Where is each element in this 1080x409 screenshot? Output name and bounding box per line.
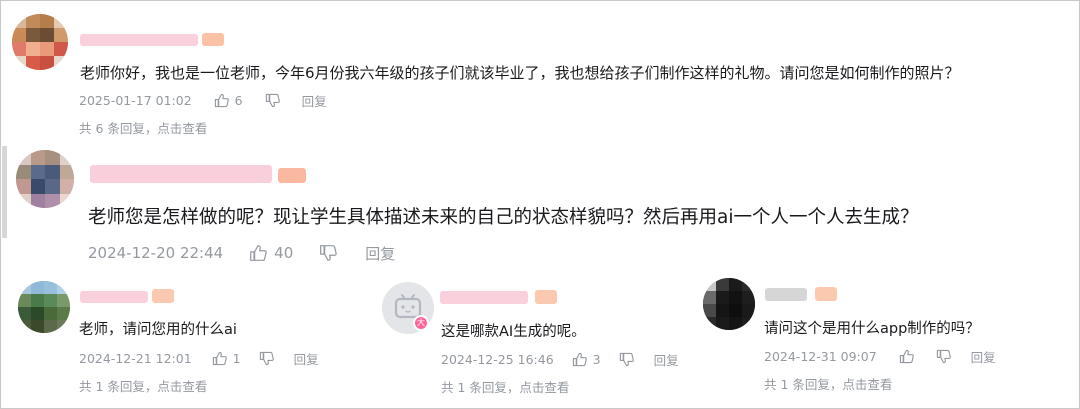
avatar[interactable]: [703, 278, 755, 330]
comment-text: 老师您是怎样做的呢？现让学生具体描述未来的自己的状态样貌吗？然后再用ai一个人一…: [88, 207, 919, 228]
thumb-down-icon[interactable]: [319, 244, 338, 262]
user-level-badge: [535, 290, 557, 304]
thumb-up-icon[interactable]: [214, 93, 229, 108]
highlight-bar: [2, 146, 7, 238]
user-level-badge: [815, 287, 837, 301]
username-blurred[interactable]: [90, 165, 272, 183]
comment-meta: 2024-12-25 16:46 3 回复: [441, 350, 679, 369]
user-level-badge: [278, 168, 306, 183]
comment-meta: 2024-12-20 22:44 40 回复: [88, 243, 395, 263]
thumb-up-icon[interactable]: [572, 352, 587, 367]
user-level-badge: [152, 289, 174, 303]
comment-meta: 2024-12-21 12:01 1 回复: [79, 349, 319, 368]
vip-badge-icon: 大: [413, 315, 429, 331]
thumb-up-icon[interactable]: [899, 349, 914, 364]
comment-text: 请问这个是用什么app制作的吗？: [764, 321, 980, 337]
thumb-down-icon[interactable]: [265, 93, 280, 108]
comment-meta: 2024-12-31 09:07 回复: [764, 347, 996, 366]
user-level-badge: [202, 33, 224, 46]
comment-text: 老师你好，我也是一位老师，今年6月份我六年级的孩子们就该毕业了，我也想给孩子们制…: [80, 64, 960, 82]
view-replies-link[interactable]: 共 1 条回复，点击查看: [441, 377, 569, 396]
username-blurred[interactable]: [440, 291, 528, 304]
comment-time: 2024-12-20 22:44: [88, 244, 224, 262]
reply-button[interactable]: 回复: [294, 349, 319, 368]
view-replies-link[interactable]: 共 6 条回复，点击查看: [79, 118, 207, 137]
thumb-up-icon[interactable]: [249, 244, 267, 262]
comment-text: 这是哪款AI生成的呢。: [441, 324, 586, 340]
comment-time: 2024-12-25 16:46: [441, 351, 554, 367]
reply-button[interactable]: 回复: [302, 91, 327, 110]
username-blurred[interactable]: [80, 34, 198, 46]
comment-time: 2024-12-31 09:07: [764, 348, 877, 364]
comment-meta: 2025-01-17 01:02 6 回复: [79, 91, 327, 110]
reply-button[interactable]: 回复: [654, 350, 679, 369]
comment-time: 2024-12-21 12:01: [79, 350, 192, 366]
like-count: 3: [592, 351, 601, 367]
view-replies-link[interactable]: 共 1 条回复，点击查看: [79, 376, 207, 395]
reply-button[interactable]: 回复: [365, 243, 395, 264]
like-count: 1: [232, 350, 241, 366]
reply-button[interactable]: 回复: [971, 347, 996, 366]
avatar[interactable]: [16, 150, 74, 208]
thumb-up-icon[interactable]: [212, 351, 227, 366]
thumb-down-icon[interactable]: [619, 352, 634, 367]
like-count: 40: [274, 244, 294, 262]
comment-text: 老师，请问您用的什么ai: [79, 322, 237, 338]
view-replies-link[interactable]: 共 1 条回复，点击查看: [764, 374, 892, 393]
like-count: 6: [234, 92, 243, 108]
thumb-down-icon[interactable]: [936, 349, 951, 364]
username-blurred[interactable]: [80, 291, 148, 303]
comment-time: 2025-01-17 01:02: [79, 92, 192, 108]
username-blurred[interactable]: [765, 288, 807, 301]
thumb-down-icon[interactable]: [259, 351, 274, 366]
avatar[interactable]: [12, 14, 68, 70]
avatar[interactable]: [18, 281, 70, 333]
